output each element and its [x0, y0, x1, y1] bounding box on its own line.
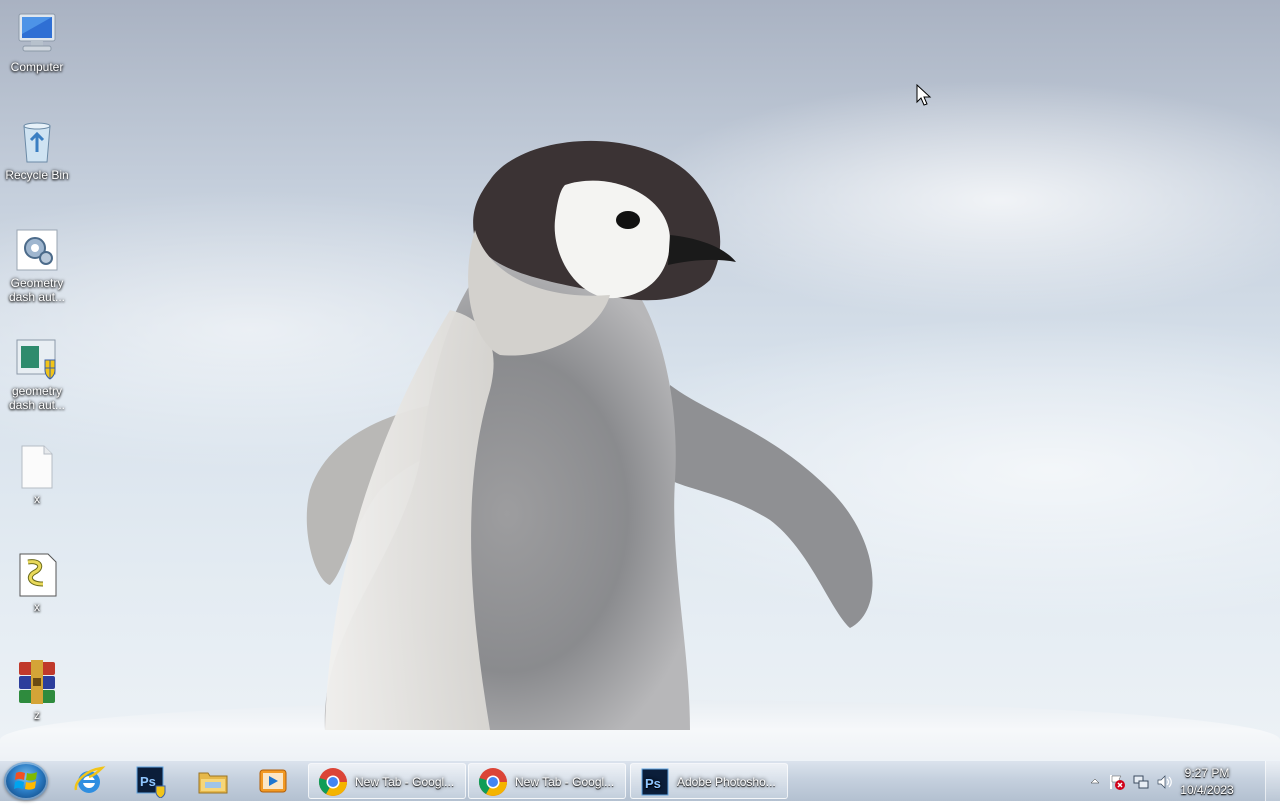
taskbar-window-chrome-1[interactable]: New Tab - Googl...: [308, 763, 466, 799]
desktop-icon-label: z: [34, 708, 40, 722]
desktop-icon-label: Geometry dash aut...: [8, 276, 66, 304]
installer-shield-icon: [13, 334, 61, 382]
windows-logo-icon: [14, 771, 37, 790]
pinned-media-player[interactable]: [256, 764, 290, 798]
show-hidden-icons-icon[interactable]: [1090, 776, 1100, 786]
desktop-icon-label: Recycle Bin: [5, 168, 69, 182]
chrome-icon: [478, 768, 507, 796]
system-tray: 9:27 PM 10/4/2023: [1074, 761, 1264, 801]
network-icon[interactable]: [1132, 773, 1150, 791]
taskbar: Ps New Tab - Googl... New Tab - Googl...…: [0, 760, 1280, 801]
svg-text:Ps: Ps: [140, 774, 156, 789]
taskbar-window-label: New Tab - Googl...: [355, 775, 455, 789]
desktop-icon-z-archive[interactable]: z: [4, 652, 70, 722]
taskbar-window-label: Adobe Photosho...: [677, 775, 776, 789]
recycle-bin-icon: [13, 118, 61, 166]
taskbar-window-chrome-2[interactable]: New Tab - Googl...: [468, 763, 626, 799]
chrome-icon: [318, 768, 347, 796]
desktop-icon-geometry-dash-shortcut[interactable]: Geometry dash aut...: [4, 220, 70, 304]
internet-explorer-icon: [74, 766, 106, 793]
winrar-archive-icon: [13, 658, 61, 706]
taskbar-window-label: New Tab - Googl...: [515, 775, 615, 789]
media-player-icon: [259, 769, 287, 793]
show-desktop-button[interactable]: [1265, 761, 1280, 801]
penguin-wallpaper-image: [306, 140, 873, 730]
desktop-icon-geometry-dash-installer[interactable]: geometry dash aut...: [4, 328, 70, 412]
pinned-photoshop[interactable]: Ps: [134, 764, 168, 799]
desktop-icon-recycle-bin[interactable]: Recycle Bin: [4, 112, 70, 182]
photoshop-icon: Ps: [641, 768, 669, 796]
desktop-icon-computer[interactable]: Computer: [4, 4, 70, 74]
desktop-icon-label: x: [34, 492, 40, 506]
svg-text:Ps: Ps: [645, 776, 661, 791]
file-explorer-icon: [198, 772, 228, 794]
mouse-cursor-icon: [916, 84, 932, 106]
desktop-background: Computer Recycle Bin Geometry dash aut..…: [0, 0, 1280, 760]
pinned-internet-explorer[interactable]: [72, 764, 106, 798]
script-file-icon: [13, 550, 61, 598]
desktop-icon-x-file[interactable]: x: [4, 436, 70, 506]
clock-date[interactable]: 10/4/2023: [1172, 783, 1242, 797]
photoshop-icon: Ps: [136, 766, 166, 799]
desktop-icon-label: geometry dash aut...: [8, 384, 66, 412]
blank-file-icon: [13, 442, 61, 490]
start-button[interactable]: [4, 762, 48, 800]
clock-time[interactable]: 9:27 PM: [1172, 766, 1242, 780]
desktop-icon-x-script[interactable]: x: [4, 544, 70, 614]
desktop-icon-label: x: [34, 600, 40, 614]
computer-icon: [13, 10, 61, 58]
pinned-file-explorer[interactable]: [196, 764, 230, 798]
taskbar-window-photoshop[interactable]: Ps Adobe Photosho...: [630, 763, 788, 799]
gear-shortcut-icon: [13, 226, 61, 274]
action-center-flag-icon[interactable]: [1108, 773, 1126, 791]
desktop-icon-label: Computer: [10, 60, 64, 74]
